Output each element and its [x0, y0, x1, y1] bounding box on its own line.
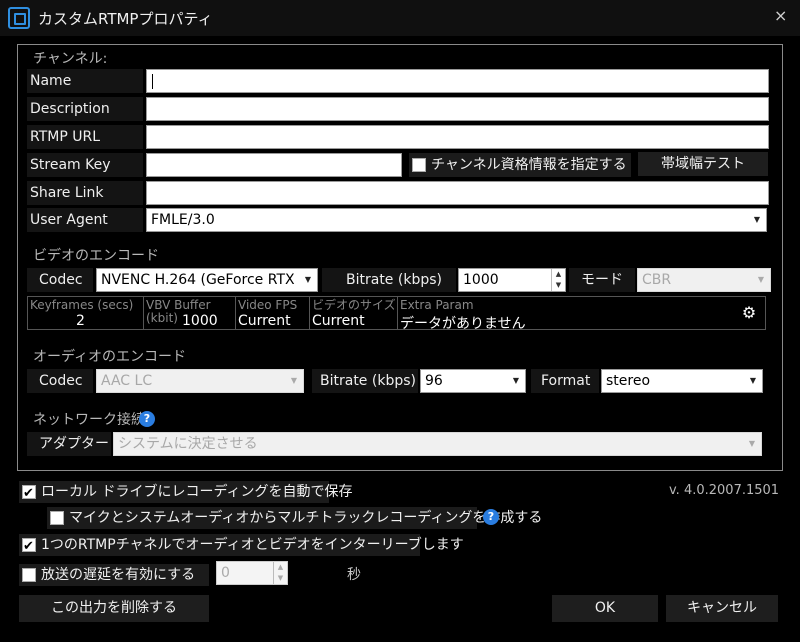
cancel-button[interactable]: キャンセル	[666, 595, 778, 622]
chevron-down-icon: ▼	[757, 275, 764, 284]
share-link-input[interactable]	[146, 181, 769, 205]
help-icon[interactable]: ?	[139, 411, 155, 427]
share-link-label: Share Link	[27, 181, 143, 205]
rtmp-url-label: RTMP URL	[27, 125, 143, 149]
adapter-label: アダプター	[27, 432, 111, 456]
spin-up-icon[interactable]: ▲	[278, 563, 283, 571]
vbv-buffer-cell[interactable]: VBV Buffer (kbit) 1000	[144, 297, 236, 329]
ok-button[interactable]: OK	[552, 595, 658, 622]
spin-down-icon[interactable]: ▼	[278, 574, 283, 582]
spin-buttons[interactable]: ▲ ▼	[273, 562, 287, 584]
video-size-value: Current	[312, 313, 365, 329]
delay-label: 放送の遅延を有効にする	[41, 567, 196, 583]
autosave-label: ローカル ドライブにレコーディングを自動で保存	[41, 484, 353, 500]
extra-param-header: Extra Param	[400, 298, 474, 312]
text-caret	[152, 73, 153, 89]
delay-seconds-value: 0	[221, 565, 230, 581]
bandwidth-test-button[interactable]: 帯域幅テスト	[638, 152, 768, 176]
video-section-label: ビデオのエンコード	[33, 248, 159, 264]
multitrack-checkbox[interactable]	[50, 511, 64, 525]
video-fps-header: Video FPS	[238, 298, 298, 312]
video-params-grid: Keyframes (secs) 2 VBV Buffer (kbit) 100…	[27, 296, 766, 333]
spin-up-icon[interactable]: ▲	[556, 270, 561, 278]
chevron-down-icon: ▼	[290, 376, 297, 385]
delete-output-button[interactable]: この出力を削除する	[19, 595, 209, 622]
format-select[interactable]: stereo ▼	[601, 369, 763, 393]
vbv-buffer-value: 1000	[182, 313, 218, 329]
extra-param-cell[interactable]: Extra Param データがありません	[398, 297, 732, 333]
name-label: Name	[27, 69, 143, 93]
video-bitrate-label: Bitrate (kbps)	[322, 268, 456, 292]
user-agent-label: User Agent	[27, 208, 143, 232]
channel-section-label: チャンネル:	[33, 51, 108, 67]
video-codec-value: NVENC H.264 (GeForce RTX	[101, 272, 295, 288]
gear-icon[interactable]: ⚙	[733, 297, 765, 329]
keyframes-header: Keyframes (secs)	[30, 298, 134, 312]
audio-codec-select[interactable]: AAC LC ▼	[96, 369, 304, 393]
video-fps-value: Current	[238, 313, 291, 329]
delay-unit-label: 秒	[347, 567, 361, 583]
chevron-down-icon: ▼	[304, 275, 311, 284]
interleave-label: 1つのRTMPチャネルでオーディオとビデオをインターリーブします	[41, 537, 464, 553]
chevron-down-icon: ▼	[748, 439, 755, 448]
interleave-checkbox[interactable]	[22, 536, 36, 558]
keyframes-value: 2	[76, 313, 85, 329]
app-logo-icon	[8, 7, 30, 29]
mode-label: モード	[569, 268, 635, 292]
autosave-checkbox[interactable]	[22, 483, 36, 505]
credentials-checkbox-row[interactable]: チャンネル資格情報を指定する	[409, 153, 631, 177]
delay-checkbox[interactable]	[22, 568, 36, 582]
chevron-down-icon: ▼	[512, 376, 519, 385]
interleave-checkbox-row[interactable]: 1つのRTMPチャネルでオーディオとビデオをインターリーブします	[19, 534, 464, 558]
user-agent-value: FMLE/3.0	[151, 212, 215, 228]
window-title: カスタムRTMPプロパティ	[38, 10, 213, 28]
spin-buttons[interactable]: ▲ ▼	[551, 269, 565, 291]
adapter-value: システムに決定させる	[118, 436, 258, 452]
format-value: stereo	[606, 373, 651, 389]
delay-checkbox-row[interactable]: 放送の遅延を有効にする	[19, 564, 209, 586]
rtmp-url-input[interactable]	[146, 125, 769, 149]
video-codec-label: Codec	[27, 268, 93, 292]
video-codec-select[interactable]: NVENC H.264 (GeForce RTX ▼	[96, 268, 318, 292]
video-size-header: ビデオのサイズ	[312, 298, 396, 312]
description-label: Description	[27, 97, 143, 121]
multitrack-checkbox-row[interactable]: マイクとシステムオーディオからマルチトラックレコーディングを作成する	[47, 507, 542, 529]
audio-section-label: オーディオのエンコード	[33, 349, 187, 365]
audio-codec-value: AAC LC	[101, 373, 153, 389]
credentials-checkbox[interactable]	[412, 158, 426, 172]
video-bitrate-value: 1000	[463, 272, 499, 288]
description-input[interactable]	[146, 97, 769, 121]
audio-codec-label: Codec	[27, 369, 93, 393]
delay-seconds-stepper[interactable]: 0 ▲ ▼	[216, 561, 288, 585]
mode-select[interactable]: CBR ▼	[637, 268, 771, 292]
name-input[interactable]	[146, 69, 769, 93]
credentials-checkbox-label: チャンネル資格情報を指定する	[431, 157, 627, 173]
video-bitrate-stepper[interactable]: 1000 ▲ ▼	[458, 268, 566, 292]
keyframes-cell[interactable]: Keyframes (secs) 2	[28, 297, 144, 329]
spin-down-icon[interactable]: ▼	[556, 281, 561, 289]
video-fps-cell[interactable]: Video FPS Current	[236, 297, 310, 329]
extra-param-value: データがありません	[400, 316, 526, 332]
audio-bitrate-select[interactable]: 96 ▼	[420, 369, 526, 393]
version-label: v. 4.0.2007.1501	[669, 483, 780, 498]
multitrack-label: マイクとシステムオーディオからマルチトラックレコーディングを作成する	[69, 510, 543, 526]
chevron-down-icon: ▼	[753, 215, 760, 224]
stream-key-label: Stream Key	[27, 153, 143, 177]
audio-bitrate-label: Bitrate (kbps)	[312, 369, 418, 393]
autosave-checkbox-row[interactable]: ローカル ドライブにレコーディングを自動で保存	[19, 481, 352, 505]
format-label: Format	[531, 369, 599, 393]
stream-key-input[interactable]	[146, 153, 402, 177]
user-agent-select[interactable]: FMLE/3.0 ▼	[146, 208, 767, 232]
close-icon[interactable]: ×	[774, 6, 787, 25]
video-size-cell[interactable]: ビデオのサイズ Current	[310, 297, 398, 329]
network-section-label: ネットワーク接続	[33, 412, 145, 428]
mode-value: CBR	[642, 272, 672, 288]
adapter-select[interactable]: システムに決定させる ▼	[113, 432, 762, 456]
audio-bitrate-value: 96	[425, 373, 443, 389]
help-icon[interactable]: ?	[483, 509, 499, 525]
chevron-down-icon: ▼	[749, 376, 756, 385]
